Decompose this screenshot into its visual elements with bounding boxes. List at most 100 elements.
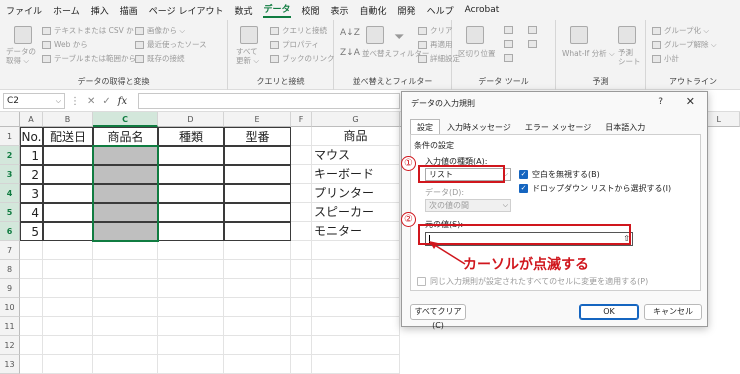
cell[interactable] — [43, 279, 93, 298]
ignore-blank-checkbox[interactable]: ✓ 空白を無視する(B) — [519, 169, 600, 180]
from-picture-button[interactable]: 画像から ⌵ — [135, 25, 185, 36]
cell[interactable] — [158, 317, 224, 336]
cell[interactable] — [291, 317, 312, 336]
table-row-no[interactable]: 2 — [20, 165, 43, 184]
refresh-all-button[interactable]: すべて 更新 ⌵ — [236, 47, 259, 65]
cell[interactable] — [158, 279, 224, 298]
table-cell[interactable] — [224, 222, 291, 241]
cell[interactable] — [43, 241, 93, 260]
row-header-5[interactable]: 5 — [0, 203, 20, 222]
cell[interactable] — [20, 260, 43, 279]
cell[interactable] — [158, 260, 224, 279]
table-cell[interactable] — [158, 222, 224, 241]
column-header-c[interactable]: C — [93, 112, 158, 127]
table-cell[interactable] — [224, 184, 291, 203]
forecast-sheet-button[interactable]: 予測 シート — [618, 48, 641, 66]
product-name-cell[interactable] — [93, 222, 158, 241]
product-name-cell[interactable] — [93, 146, 158, 165]
cell[interactable] — [20, 336, 43, 355]
get-data-button[interactable]: データの 取得 ⌵ — [6, 47, 36, 65]
fx-button[interactable]: fx — [118, 96, 127, 107]
cell[interactable] — [312, 355, 400, 374]
cell[interactable] — [291, 355, 312, 374]
table-row-no[interactable]: 5 — [20, 222, 43, 241]
menu-tab-2[interactable]: 挿入 — [91, 4, 109, 17]
column-header-a[interactable]: A — [20, 112, 43, 127]
reapply-button[interactable]: 再適用 — [418, 39, 453, 50]
cell[interactable] — [224, 336, 291, 355]
row-header-4[interactable]: 4 — [0, 184, 20, 203]
cell[interactable] — [93, 298, 158, 317]
product-list-item[interactable]: モニター — [312, 222, 400, 241]
cell[interactable] — [224, 241, 291, 260]
product-name-cell[interactable] — [93, 184, 158, 203]
cell[interactable] — [224, 279, 291, 298]
recent-sources-button[interactable]: 最近使ったソース — [135, 39, 207, 50]
name-box[interactable]: C2 ⌵ — [3, 93, 65, 109]
cell[interactable] — [158, 355, 224, 374]
products-header[interactable]: 商品 — [312, 127, 400, 146]
ok-button[interactable]: OK — [579, 304, 639, 320]
tab-input-message[interactable]: 入力時メッセージ — [440, 119, 518, 135]
cell[interactable] — [20, 279, 43, 298]
table-cell[interactable] — [43, 184, 93, 203]
row-header-11[interactable]: 11 — [0, 317, 20, 336]
column-header-b[interactable]: B — [43, 112, 93, 127]
from-table-button[interactable]: テーブルまたは範囲から — [42, 53, 136, 64]
table-header-cell[interactable]: 型番 — [224, 127, 291, 146]
subtotal-button[interactable]: 小計 — [652, 53, 679, 64]
cell[interactable] — [312, 260, 400, 279]
menu-tab-8[interactable]: 表示 — [331, 4, 349, 17]
cell[interactable] — [93, 355, 158, 374]
apply-all-checkbox[interactable]: 同じ入力規則が設定されたすべてのセルに変更を適用する(P) — [417, 276, 648, 287]
from-web-button[interactable]: Web から — [42, 39, 88, 50]
row-header-1[interactable]: 1 — [0, 127, 20, 146]
row-header-6[interactable]: 6 — [0, 222, 20, 241]
cell[interactable] — [93, 317, 158, 336]
menu-tab-1[interactable]: ホーム — [53, 4, 80, 17]
sort-button[interactable]: 並べ替え — [362, 48, 392, 59]
row-header-3[interactable]: 3 — [0, 165, 20, 184]
cancel-button[interactable]: キャンセル — [644, 304, 702, 320]
workbook-links-button[interactable]: ブックのリンク — [270, 53, 335, 64]
table-cell[interactable] — [158, 203, 224, 222]
menu-tab-7[interactable]: 校閲 — [302, 4, 320, 17]
table-cell[interactable] — [224, 203, 291, 222]
tab-error-message[interactable]: エラー メッセージ — [518, 119, 598, 135]
table-cell[interactable] — [43, 222, 93, 241]
cell[interactable] — [291, 184, 312, 203]
table-cell[interactable] — [224, 165, 291, 184]
cell[interactable] — [224, 298, 291, 317]
dropdown-checkbox[interactable]: ✓ ドロップダウン リストから選択する(I) — [519, 183, 671, 194]
cell[interactable] — [93, 279, 158, 298]
cell[interactable] — [20, 317, 43, 336]
cell[interactable] — [93, 260, 158, 279]
row-header-12[interactable]: 12 — [0, 336, 20, 355]
cell[interactable] — [20, 355, 43, 374]
remove-duplicates-icon[interactable] — [504, 40, 516, 48]
group-button[interactable]: グループ化 ⌵ — [652, 25, 709, 36]
cell[interactable] — [224, 260, 291, 279]
row-header-7[interactable]: 7 — [0, 241, 20, 260]
existing-connections-button[interactable]: 既存の接続 — [135, 53, 185, 64]
cell[interactable] — [224, 317, 291, 336]
product-list-item[interactable]: スピーカー — [312, 203, 400, 222]
table-row-no[interactable]: 1 — [20, 146, 43, 165]
data-validation-icon[interactable] — [504, 54, 516, 62]
consolidate-icon[interactable] — [528, 26, 540, 34]
product-list-item[interactable]: キーボード — [312, 165, 400, 184]
product-name-cell[interactable] — [93, 203, 158, 222]
cell[interactable] — [20, 298, 43, 317]
row-header-8[interactable]: 8 — [0, 260, 20, 279]
table-header-cell[interactable]: 種類 — [158, 127, 224, 146]
queries-connections-button[interactable]: クエリと接続 — [270, 25, 327, 36]
column-header-f[interactable]: F — [291, 112, 312, 127]
cell[interactable] — [291, 203, 312, 222]
cell[interactable] — [158, 336, 224, 355]
cell[interactable] — [312, 317, 400, 336]
table-cell[interactable] — [158, 146, 224, 165]
menu-tab-10[interactable]: 開発 — [398, 4, 416, 17]
cell[interactable] — [93, 336, 158, 355]
cell[interactable] — [312, 279, 400, 298]
cell[interactable] — [291, 127, 312, 146]
